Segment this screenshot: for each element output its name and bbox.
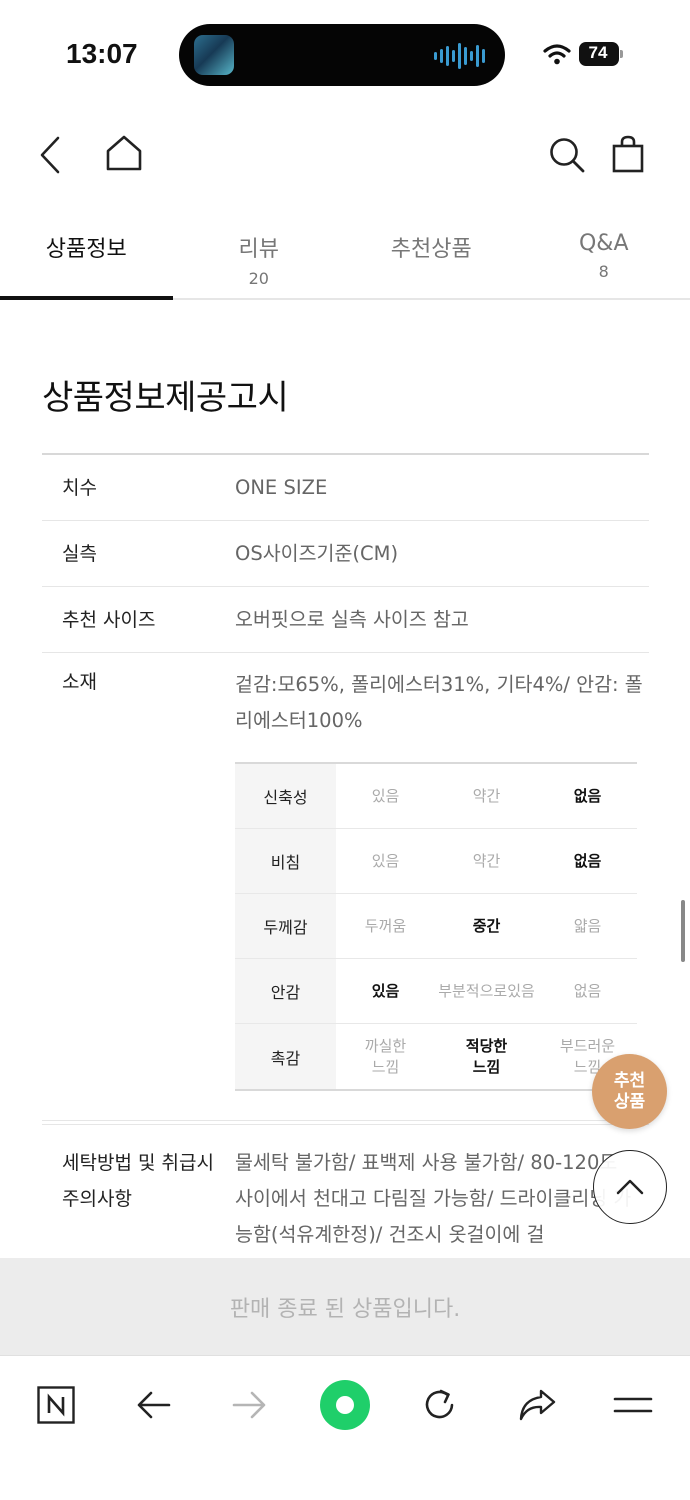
tab-count: 20: [248, 269, 269, 288]
grade-option: 있음: [371, 851, 400, 870]
row-value: 오버핏으로 실측 사이즈 참고: [235, 608, 469, 631]
hamburger-menu-icon: [613, 1397, 653, 1413]
arrow-right-icon: [232, 1391, 266, 1419]
reload-icon: [425, 1389, 454, 1419]
green-dot-button[interactable]: [317, 1377, 373, 1433]
grade-option: 부분적으로있음: [438, 981, 535, 1000]
home-icon[interactable]: [104, 133, 144, 173]
table-row: 치수 ONE SIZE: [42, 455, 649, 521]
grade-option-selected: 중간: [472, 916, 501, 935]
fabric-grade-table: 신축성 있음 약간 없음 비침 있음 약간 없음 두께감 두꺼움 중간 얇음 안…: [235, 762, 637, 1091]
battery-icon: 74: [579, 42, 623, 66]
grade-head: 신축성: [235, 764, 336, 828]
naver-n-icon: [37, 1386, 75, 1424]
tab-count: 8: [598, 262, 609, 281]
grade-head: 두께감: [235, 894, 336, 958]
now-playing-artwork: [194, 35, 234, 75]
tab-label: 추천상품: [390, 237, 472, 262]
grade-row: 비침 있음 약간 없음: [235, 829, 637, 894]
grade-option: 얇음: [573, 916, 602, 935]
chevron-up-icon: [616, 1179, 644, 1195]
grade-head: 촉감: [235, 1024, 336, 1089]
row-value: ONE SIZE: [235, 476, 328, 499]
grade-row: 두께감 두꺼움 중간 얇음: [235, 894, 637, 959]
row-label: 추천 사이즈: [62, 609, 156, 631]
grade-head: 안감: [235, 959, 336, 1023]
reload-button[interactable]: [412, 1377, 468, 1433]
section-title: 상품정보제공고시: [42, 378, 289, 418]
dynamic-island: [179, 24, 505, 86]
tab-product-info[interactable]: 상품정보: [0, 214, 173, 300]
browser-forward-button[interactable]: [221, 1377, 277, 1433]
grade-option-selected: 적당한 느낌: [465, 1036, 508, 1076]
tab-label: 리뷰: [238, 237, 279, 262]
wifi-icon: [543, 44, 571, 65]
grade-option: 있음: [371, 786, 400, 805]
row-label: 치수: [62, 477, 97, 499]
tab-label: Q&A: [578, 231, 629, 256]
row-label: 소재: [62, 671, 97, 693]
grade-option-selected: 없음: [573, 786, 602, 805]
back-icon[interactable]: [36, 134, 66, 176]
browser-toolbar: [0, 1355, 690, 1500]
search-icon[interactable]: [548, 136, 586, 174]
recommend-products-button[interactable]: 추천 상품: [592, 1054, 667, 1129]
grade-head: 비침: [235, 829, 336, 893]
grade-option-selected: 없음: [573, 851, 602, 870]
status-time: 13:07: [66, 38, 138, 69]
grade-option: 약간: [472, 786, 501, 805]
audio-waveform-icon: [434, 42, 485, 70]
grade-option: 약간: [472, 851, 501, 870]
grade-option: 까실한 느낌: [364, 1036, 407, 1076]
grade-option: 두꺼움: [364, 916, 407, 935]
tab-recommended[interactable]: 추천상품: [345, 214, 518, 298]
arrow-left-icon: [137, 1391, 171, 1419]
status-bar: 13:07 74: [0, 0, 690, 110]
row-label: 실측: [62, 543, 97, 565]
browser-back-button[interactable]: [126, 1377, 182, 1433]
naver-home-button[interactable]: [28, 1377, 84, 1433]
product-tabs: 상품정보 리뷰 20 추천상품 Q&A 8: [0, 214, 690, 300]
shopping-bag-icon[interactable]: [611, 134, 645, 174]
grade-option: 없음: [573, 981, 602, 1000]
table-row: 추천 사이즈 오버핏으로 실측 사이즈 참고: [42, 587, 649, 653]
scrollbar[interactable]: [681, 900, 685, 962]
row-value: OS사이즈기준(CM): [235, 542, 399, 565]
grade-row: 신축성 있음 약간 없음: [235, 764, 637, 829]
tab-label: 상품정보: [45, 237, 127, 262]
grade-row: 촉감 까실한 느낌 적당한 느낌 부드러운 느낌: [235, 1024, 637, 1089]
green-dot-icon: [320, 1380, 370, 1430]
scroll-to-top-button[interactable]: [593, 1150, 667, 1224]
grade-option-selected: 있음: [371, 981, 400, 1000]
share-button[interactable]: [509, 1377, 565, 1433]
share-arrow-icon: [519, 1389, 556, 1421]
care-instructions-row: 세탁방법 및 취급시 주의사항 물세탁 불가함/ 표백제 사용 불가함/ 80-…: [42, 1124, 649, 1253]
tab-qna[interactable]: Q&A 8: [518, 214, 690, 298]
menu-button[interactable]: [605, 1377, 661, 1433]
grade-row: 안감 있음 부분적으로있음 없음: [235, 959, 637, 1024]
battery-level: 74: [588, 43, 608, 62]
row-value: 물세탁 불가함/ 표백제 사용 불가함/ 80-120도 사이에서 천대고 다림…: [235, 1151, 632, 1246]
sold-out-banner: 판매 종료 된 상품입니다.: [0, 1258, 690, 1355]
table-row: 실측 OS사이즈기준(CM): [42, 521, 649, 587]
row-label: 세탁방법 및 취급시 주의사항: [62, 1152, 214, 1210]
tab-reviews[interactable]: 리뷰 20: [173, 214, 346, 298]
